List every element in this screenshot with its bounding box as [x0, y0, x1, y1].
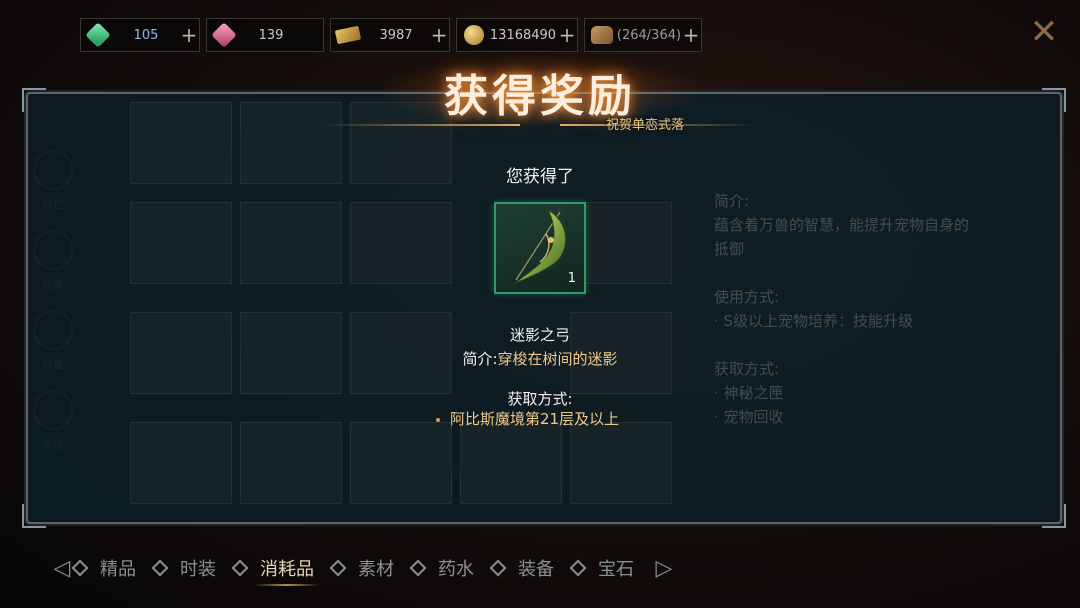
tab-gems[interactable]: 宝石 [569, 548, 634, 588]
currency-value: (264/364) [616, 27, 682, 43]
reward-title: 获得奖励 [444, 71, 636, 122]
currency-ticket: 3987 + [330, 18, 450, 52]
pink-gem-icon [209, 22, 239, 48]
obtain-method-item: 阿比斯魔境第21层及以上 [436, 408, 619, 429]
tab-premium[interactable]: 精品 [71, 548, 136, 588]
currency-bag: (264/364) + [584, 18, 702, 52]
add-gold-button[interactable]: + [557, 18, 577, 52]
gold-ticket-icon [333, 23, 363, 47]
you-got-label: 您获得了 [506, 167, 574, 187]
add-green-gem-button[interactable]: + [179, 18, 199, 52]
tab-potions[interactable]: 药水 [409, 548, 474, 588]
category-tabs: ◁ 精品 时装 消耗品 素材 药水 装备 宝石 ▷ [50, 548, 760, 588]
currency-value: 139 [258, 27, 284, 43]
add-ticket-button[interactable]: + [429, 18, 449, 52]
currency-value: 13168490 [489, 27, 557, 43]
tab-equipment[interactable]: 装备 [489, 548, 554, 588]
bag-capacity-icon [587, 23, 617, 47]
inventory-grid-background [130, 92, 690, 522]
reward-item-slot[interactable]: 1 [494, 202, 586, 294]
currency-value: 105 [133, 27, 159, 43]
item-name: 迷影之弓 [509, 326, 570, 344]
item-count: 1 [567, 271, 576, 286]
currency-green-gem: 105 + [80, 18, 200, 52]
green-gem-icon [83, 22, 113, 48]
item-description: 简介:穿梭在树间的迷影 [0, 348, 1080, 369]
bullet-icon [436, 417, 440, 422]
currency-pink-gem: 139 [206, 18, 324, 52]
description-label: 简介: [462, 350, 498, 368]
currency-bar: 105 + 139 3987 + 13168490 + (264/364) + [80, 18, 702, 52]
title-divider-left [320, 124, 520, 126]
expand-bag-button[interactable]: + [681, 18, 701, 52]
reward-subtitle: 祝贺单恋式落 [606, 118, 685, 133]
tab-fashion[interactable]: 时装 [151, 548, 216, 588]
close-icon[interactable]: ✕ [1022, 10, 1066, 54]
tab-materials[interactable]: 素材 [329, 548, 394, 588]
tab-consumables[interactable]: 消耗品 [231, 548, 320, 588]
obtain-heading: 获取方式: [507, 390, 573, 408]
tabs-right-arrow-icon[interactable]: ▷ [652, 556, 676, 581]
currency-value: 3987 [379, 27, 413, 43]
currency-gold: 13168490 + [456, 18, 578, 52]
gold-coins-icon [459, 23, 489, 47]
tabs-left-arrow-icon[interactable]: ◁ [50, 556, 74, 581]
description-text: 穿梭在树间的迷影 [497, 350, 618, 368]
